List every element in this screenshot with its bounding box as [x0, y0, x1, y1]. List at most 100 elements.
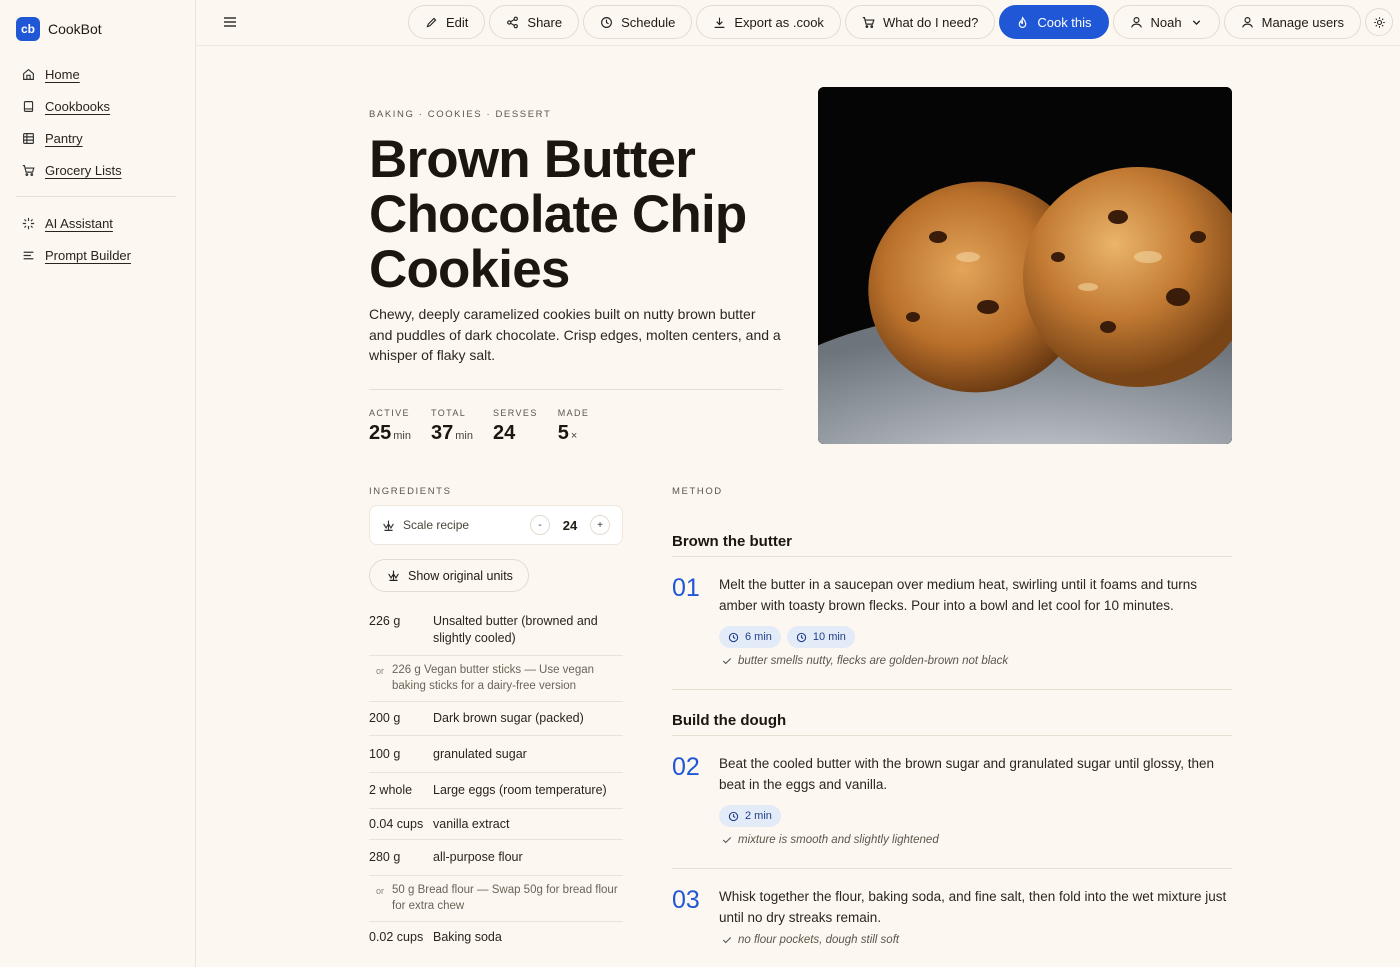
timer-label: 2 min [745, 810, 772, 822]
edit-button[interactable]: Edit [408, 5, 486, 39]
doneness-check: mixture is smooth and slightly lightened [722, 834, 939, 846]
user-icon [1241, 16, 1253, 28]
stat-value: 25 [369, 422, 392, 444]
stat-unit: min [393, 430, 411, 442]
share-label: Share [527, 14, 563, 30]
sidebar-item-label: Prompt Builder [45, 247, 131, 263]
brand-logo: cb [16, 17, 40, 41]
download-icon [714, 17, 725, 28]
lines-icon [23, 251, 34, 259]
brand-name: CookBot [48, 21, 102, 37]
ingredient-row: 280 g all-purpose flour [369, 840, 623, 876]
export-label: Export as .cook [734, 14, 824, 30]
stat-value: 37 [430, 422, 454, 444]
pencil-icon [426, 17, 437, 27]
ingredient-name: vanilla extract [433, 817, 510, 831]
ingredient-row: 100 g granulated sugar [369, 736, 623, 773]
ingredient-row: 2 whole Large eggs (room temperature) [369, 773, 623, 809]
sidebar-item-prompt-builder[interactable]: Prompt Builder [22, 239, 182, 271]
ingredient-substitute: or 50 g Bread flour — Swap 50g for bread … [369, 876, 623, 922]
substitute-text: 226 g Vegan butter sticks — Use vegan ba… [392, 664, 595, 692]
step-timers: 6 min 10 min [719, 626, 855, 648]
cart-icon [862, 16, 875, 28]
scale-recipe-control: Scale recipe - 24 + [369, 505, 623, 545]
ingredient-row: 0.02 cups Baking soda [369, 922, 623, 952]
cook-this-label: Cook this [1037, 14, 1092, 30]
share-button[interactable]: Share [489, 5, 580, 39]
ingredient-name: all-purpose flour [433, 850, 523, 864]
user-icon [1130, 16, 1142, 28]
doneness-check: no flour pockets, dough still soft [722, 934, 899, 946]
brand[interactable]: cb CookBot [16, 17, 102, 41]
timer-label: 6 min [745, 631, 772, 643]
sidebar-item-home[interactable]: Home [22, 58, 182, 90]
ingredient-row: 200 g Dark brown sugar (packed) [369, 702, 623, 736]
sidebar-item-cookbooks[interactable]: Cookbooks [22, 90, 182, 122]
chevron-down-icon [1192, 19, 1200, 25]
export-button[interactable]: Export as .cook [696, 5, 841, 39]
sparkle-icon [22, 217, 35, 229]
timer-chip[interactable]: 6 min [719, 626, 781, 648]
step-number: 03 [672, 886, 700, 914]
scale-icon [388, 570, 399, 581]
scale-value[interactable]: 24 [558, 518, 582, 533]
cook-this-button[interactable]: Cook this [999, 5, 1109, 39]
scale-increase-button[interactable]: + [590, 515, 610, 535]
sidebar-item-grocery-lists[interactable]: Grocery Lists [22, 154, 182, 186]
check-icon [722, 937, 732, 944]
sidebar-item-label: Home [45, 66, 80, 82]
substitute-text: 50 g Bread flour — Swap 50g for bread fl… [392, 884, 618, 912]
show-original-units-button[interactable]: Show original units [369, 559, 529, 592]
recipe-stats: ACTIVE 25 min TOTAL 37 min SERVES 24 MADE … [369, 408, 589, 445]
ingredient-list: 226 g Unsalted butter (browned and slight… [369, 605, 623, 952]
user-name: Noah [1150, 14, 1182, 30]
sidebar-item-label: AI Assistant [45, 215, 113, 231]
stat-total: TOTAL 37 min [431, 408, 473, 445]
stat-key: TOTAL [430, 408, 467, 418]
sidebar-item-pantry[interactable]: Pantry [22, 122, 182, 154]
stat-key: ACTIVE [369, 408, 410, 418]
ingredient-quantity: 226 g [369, 614, 401, 628]
schedule-button[interactable]: Schedule [583, 5, 693, 39]
step-text: Whisk together the flour, baking soda, a… [719, 889, 1227, 925]
timer-chip[interactable]: 2 min [719, 805, 781, 827]
section-divider [672, 868, 1232, 869]
method-section-title: Build the dough [672, 712, 787, 729]
sun-icon [1373, 16, 1385, 28]
ingredient-substitute: or 226 g Vegan butter sticks — Use vegan … [369, 656, 623, 702]
theme-toggle-button[interactable] [1365, 8, 1394, 36]
stat-key: MADE [557, 408, 590, 418]
stat-active: ACTIVE 25 min [369, 408, 411, 445]
clock-icon [796, 632, 807, 642]
step-number: 02 [672, 753, 700, 781]
ingredient-quantity: 200 g [369, 711, 401, 725]
user-menu-button[interactable]: Noah [1112, 5, 1220, 39]
book-icon [23, 100, 34, 112]
recipe-title: Brown Butter Chocolate Chip Cookies [369, 130, 747, 299]
check-text: no flour pockets, dough still soft [738, 934, 900, 946]
section-divider [672, 689, 1232, 690]
toolbar: Edit Share Schedule Export as .cook What… [408, 5, 1394, 39]
what-do-i-need-button[interactable]: What do I need? [844, 5, 996, 39]
flame-icon [1019, 15, 1027, 28]
ingredient-quantity: 0.04 cups [369, 817, 424, 831]
check-icon [722, 837, 732, 844]
ingredients-heading: INGREDIENTS [369, 486, 452, 497]
substitute-or: or [376, 886, 385, 896]
timer-chip[interactable]: 10 min [786, 626, 855, 648]
menu-icon[interactable] [222, 14, 238, 30]
scale-decrease-button[interactable]: - [530, 515, 550, 535]
ingredient-name: Large eggs (room temperature) [433, 783, 607, 797]
schedule-label: Schedule [621, 14, 676, 30]
recipe-photo [818, 87, 1232, 444]
hero-divider [369, 389, 783, 390]
share-icon [507, 16, 519, 28]
manage-users-button[interactable]: Manage users [1223, 5, 1362, 39]
cookies-image [818, 87, 1232, 444]
doneness-check: butter smells nutty, flecks are golden-b… [722, 655, 1008, 667]
scale-label: Scale recipe [403, 518, 470, 532]
clock-icon [601, 16, 613, 28]
clock-icon [728, 811, 739, 821]
method-section-title: Brown the butter [672, 533, 792, 550]
sidebar-item-ai-assistant[interactable]: AI Assistant [22, 207, 182, 239]
